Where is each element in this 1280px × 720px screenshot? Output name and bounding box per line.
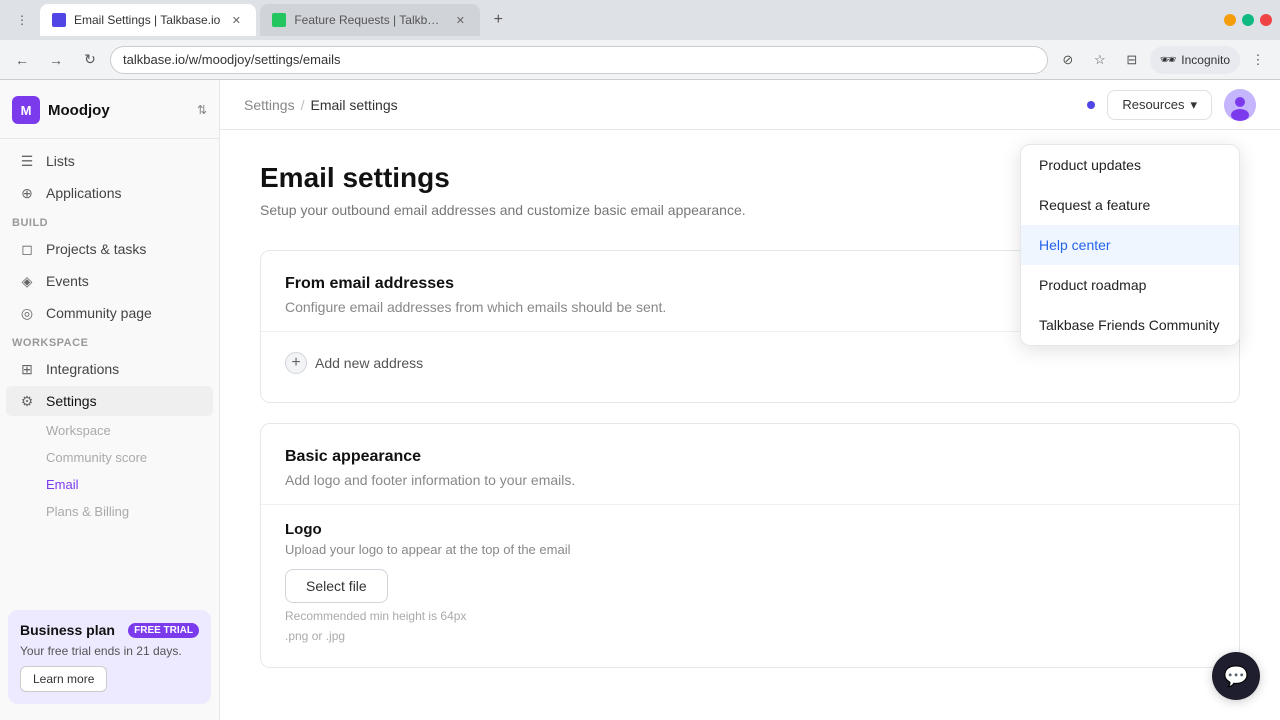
sidebar-label-lists: Lists (46, 153, 75, 169)
user-avatar[interactable] (1224, 89, 1256, 121)
sub-label-email: Email (46, 477, 79, 492)
sidebar-sub-plans[interactable]: Plans & Billing (6, 499, 213, 524)
dropdown-item-community[interactable]: Talkbase Friends Community (1021, 305, 1239, 345)
appearance-desc: Add logo and footer information to your … (285, 472, 1215, 488)
incognito-label: Incognito (1181, 53, 1230, 67)
sidebar-sub-community-score[interactable]: Community score (6, 445, 213, 470)
breadcrumb-separator: / (301, 97, 305, 113)
online-status-dot (1087, 101, 1095, 109)
address-text: talkbase.io/w/moodjoy/settings/emails (123, 52, 341, 67)
tab-email-settings[interactable]: Email Settings | Talkbase.io ✕ (40, 4, 256, 36)
address-bar[interactable]: talkbase.io/w/moodjoy/settings/emails (110, 46, 1048, 74)
logo-title: Logo (285, 521, 1215, 538)
appearance-title: Basic appearance (285, 448, 1215, 466)
file-hint-line2: .png or .jpg (285, 629, 1215, 643)
logo-desc: Upload your logo to appear at the top of… (285, 542, 1215, 557)
refresh-button[interactable]: ↻ (76, 46, 104, 74)
dropdown-item-request-feature[interactable]: Request a feature (1021, 185, 1239, 225)
resources-button[interactable]: Resources ▾ (1107, 90, 1212, 120)
settings-icon: ⚙ (18, 392, 36, 410)
projects-icon: ◻ (18, 240, 36, 258)
sidebar-item-community[interactable]: ◎ Community page (6, 298, 213, 328)
sidebar-item-projects[interactable]: ◻ Projects & tasks (6, 234, 213, 264)
tab-title-2: Feature Requests | Talkbase (294, 13, 444, 27)
sidebar-label-projects: Projects & tasks (46, 241, 146, 257)
resources-label: Resources (1122, 97, 1184, 112)
close-button[interactable] (1260, 14, 1272, 26)
camera-off-icon: ⊘ (1054, 46, 1082, 74)
select-file-button[interactable]: Select file (285, 569, 388, 603)
sidebar-item-settings[interactable]: ⚙ Settings (6, 386, 213, 416)
sub-label-plans: Plans & Billing (46, 504, 129, 519)
top-bar: Settings / Email settings Resources ▾ (220, 80, 1280, 130)
banner-badge: FREE TRIAL (128, 623, 199, 638)
chat-icon: 💬 (1224, 664, 1249, 689)
maximize-button[interactable] (1242, 14, 1254, 26)
dropdown-item-help-center[interactable]: Help center (1021, 225, 1239, 265)
sub-label-workspace: Workspace (46, 423, 111, 438)
banner-title: Business plan (20, 622, 115, 638)
resources-dropdown: Product updates Request a feature Help c… (1020, 144, 1240, 346)
breadcrumb: Settings / Email settings (244, 97, 1075, 113)
sidebar: M Moodjoy ⇅ ☰ Lists ⊕ Applications BUILD… (0, 80, 220, 720)
incognito-button[interactable]: 🕶 Incognito (1150, 46, 1240, 74)
business-plan-banner: Business plan FREE TRIAL Your free trial… (8, 610, 211, 704)
window-menu[interactable]: ⋮ (8, 6, 36, 34)
back-button[interactable]: ← (8, 46, 36, 74)
applications-icon: ⊕ (18, 184, 36, 202)
split-view-icon[interactable]: ⊟ (1118, 46, 1146, 74)
dropdown-item-product-updates[interactable]: Product updates (1021, 145, 1239, 185)
breadcrumb-settings[interactable]: Settings (244, 97, 295, 113)
sidebar-label-events: Events (46, 273, 89, 289)
divider-1 (0, 138, 219, 139)
sidebar-item-integrations[interactable]: ⊞ Integrations (6, 354, 213, 384)
sidebar-sub-workspace[interactable]: Workspace (6, 418, 213, 443)
add-new-label: Add new address (315, 355, 423, 371)
minimize-button[interactable] (1224, 14, 1236, 26)
tab-close-2[interactable]: ✕ (452, 12, 468, 28)
new-tab-button[interactable]: + (484, 6, 512, 34)
tab-title-1: Email Settings | Talkbase.io (74, 13, 220, 27)
app-logo: M (12, 96, 40, 124)
sidebar-sub-email[interactable]: Email (6, 472, 213, 497)
dropdown-item-product-roadmap[interactable]: Product roadmap (1021, 265, 1239, 305)
sidebar-item-lists[interactable]: ☰ Lists (6, 146, 213, 176)
sidebar-item-events[interactable]: ◈ Events (6, 266, 213, 296)
tab-favicon-1 (52, 13, 66, 27)
add-new-address-button[interactable]: + Add new address (285, 348, 1215, 378)
integrations-icon: ⊞ (18, 360, 36, 378)
bookmark-icon[interactable]: ☆ (1086, 46, 1114, 74)
sidebar-item-applications[interactable]: ⊕ Applications (6, 178, 213, 208)
community-icon: ◎ (18, 304, 36, 322)
learn-more-button[interactable]: Learn more (20, 666, 107, 692)
tab-feature-requests[interactable]: Feature Requests | Talkbase ✕ (260, 4, 480, 36)
add-circle-icon: + (285, 352, 307, 374)
events-icon: ◈ (18, 272, 36, 290)
chat-button[interactable]: 💬 (1212, 652, 1260, 700)
resources-chevron-icon: ▾ (1190, 97, 1197, 113)
logo-section: Logo Upload your logo to appear at the t… (285, 521, 1215, 643)
build-section-label: BUILD (0, 209, 219, 233)
tab-close-1[interactable]: ✕ (228, 12, 244, 28)
forward-button[interactable]: → (42, 46, 70, 74)
lists-icon: ☰ (18, 152, 36, 170)
breadcrumb-current: Email settings (310, 97, 397, 113)
appearance-section: Basic appearance Add logo and footer inf… (260, 423, 1240, 668)
file-hint-line1: Recommended min height is 64px (285, 609, 1215, 623)
tab-favicon-2 (272, 13, 286, 27)
browser-menu-icon[interactable]: ⋮ (1244, 46, 1272, 74)
sidebar-header[interactable]: M Moodjoy ⇅ (0, 88, 219, 132)
workspace-section-label: WORKSPACE (0, 329, 219, 353)
sidebar-chevron-icon: ⇅ (197, 103, 207, 117)
sidebar-label-settings: Settings (46, 393, 97, 409)
sub-label-community-score: Community score (46, 450, 147, 465)
app-name: Moodjoy (48, 102, 189, 119)
sidebar-label-integrations: Integrations (46, 361, 119, 377)
sidebar-label-applications: Applications (46, 185, 122, 201)
sidebar-label-community: Community page (46, 305, 152, 321)
banner-text: Your free trial ends in 21 days. (20, 644, 199, 658)
